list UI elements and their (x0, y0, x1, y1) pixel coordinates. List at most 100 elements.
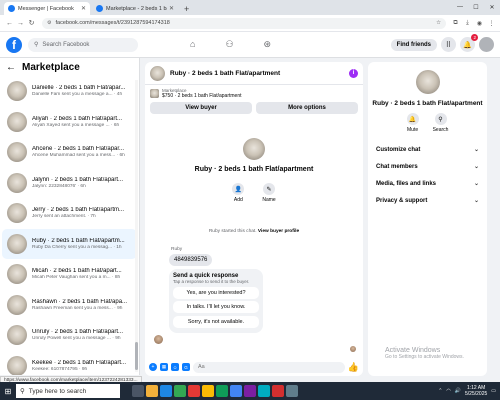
address-bar: ← → ↻ ⚙ facebook.com/messages/t/23912875… (0, 15, 500, 32)
chat-details-panel: Ruby · 2 beds 1 bath Flat/apartment 🔔 Mu… (368, 62, 487, 376)
info-icon[interactable]: i (349, 68, 358, 78)
home-icon[interactable]: ⌂ (190, 39, 195, 50)
gallery-icon[interactable]: ▦ (160, 363, 168, 371)
maximize-icon[interactable]: ☐ (468, 0, 484, 14)
scrollbar-thumb[interactable] (135, 342, 138, 370)
view-buyer-button[interactable]: View buyer (150, 102, 252, 114)
quick-response-button[interactable]: Yes, are you interested? (173, 286, 259, 299)
name-action[interactable]: ✎ Name (262, 183, 276, 203)
conversation-item[interactable]: Jalynn · 2 beds 1 bath Flat/apart... Jaly… (2, 168, 137, 199)
facebook-favicon-icon (8, 5, 15, 12)
minimize-icon[interactable]: — (452, 0, 468, 14)
listing-price-title[interactable]: $750 · 2 beds 1 bath Flat/apartment (162, 93, 242, 99)
new-tab-icon[interactable]: + (180, 4, 193, 15)
preview-time: 1h (116, 244, 122, 250)
conversation-item[interactable]: Rashawn · 2 beds 1 bath Flat/apa... Rasha… (2, 290, 137, 321)
find-friends-button[interactable]: Find friends (390, 38, 437, 51)
close-window-icon[interactable]: ✕ (484, 0, 500, 14)
app-icon[interactable] (188, 385, 200, 397)
windows-start-icon[interactable]: ⊞ (0, 382, 16, 400)
chat-started-notice: Ruby started this chat. View buyer profi… (145, 229, 363, 234)
message-input[interactable] (193, 361, 345, 373)
app-icon[interactable] (216, 385, 228, 397)
file-explorer-icon[interactable] (146, 385, 158, 397)
volume-icon[interactable]: 🔊 (455, 388, 461, 394)
taskbar-search[interactable]: ⚲ Type here to search (16, 384, 120, 398)
quick-response-button[interactable]: In talks. I'll let you know. (173, 301, 259, 313)
more-options-button[interactable]: More options (256, 102, 358, 114)
search-action[interactable]: ⚲ Search (433, 113, 448, 133)
menu-dots-icon[interactable]: ⋮ (487, 20, 496, 27)
sticker-icon[interactable]: ☺ (171, 363, 179, 371)
app-icon[interactable] (258, 385, 270, 397)
conversation-item[interactable]: Aliyah · 2 beds 1 bath Flat/apart... Aliy… (2, 107, 137, 138)
chat-members-item[interactable]: Chat members ⌄ (368, 158, 487, 175)
mute-action[interactable]: 🔔 Mute (406, 113, 419, 133)
task-view-icon[interactable] (132, 385, 144, 397)
edge-icon[interactable] (160, 385, 172, 397)
friends-icon[interactable]: ⚇ (225, 39, 233, 50)
back-arrow-icon[interactable]: ← (6, 62, 16, 73)
tab-messenger[interactable]: Messenger | Facebook ✕ (4, 2, 90, 15)
app-icon[interactable] (230, 385, 242, 397)
add-action[interactable]: 👤 Add (232, 183, 245, 203)
media-files-links-item[interactable]: Media, files and links ⌄ (368, 175, 487, 192)
message-bubble[interactable]: 4849839576 (169, 254, 213, 266)
gif-icon[interactable]: G (182, 363, 190, 371)
close-tab-icon[interactable]: ✕ (81, 5, 86, 12)
conversation-item[interactable]: Unruly · 2 beds 1 bath Flat/apart... Unru… (2, 320, 137, 351)
listing-large-avatar (243, 138, 265, 160)
close-tab-icon[interactable]: ✕ (169, 5, 174, 12)
thumbs-up-icon[interactable]: 👍 (348, 362, 359, 373)
started-text: Ruby started this chat. (208, 229, 257, 234)
url-field[interactable]: ⚙ facebook.com/messages/t/23912875941743… (42, 17, 446, 29)
listing-thumbnail[interactable] (150, 89, 159, 98)
search-placeholder: Search Facebook (42, 41, 90, 48)
add-plus-icon[interactable]: + (149, 363, 157, 371)
chevron-up-icon[interactable]: ⌃ (438, 388, 442, 394)
site-info-icon[interactable]: ⚙ (47, 20, 51, 26)
sender-avatar[interactable] (154, 335, 163, 344)
preview-time: 6h (113, 122, 120, 128)
tab-marketplace[interactable]: Marketplace - 2 beds 1 bath Fl ✕ (92, 2, 178, 15)
quick-response-button[interactable]: Sorry, it's not available. (173, 315, 259, 328)
conversation-name: Keekee · 2 beds 1 bath Flat/apart... (32, 359, 127, 366)
conversation-item[interactable]: Danielle · 2 beds 1 bath Flat/apar... Dan… (2, 76, 137, 107)
download-icon[interactable]: ⤓ (463, 20, 472, 27)
reload-icon[interactable]: ↻ (26, 19, 37, 27)
forward-arrow-icon[interactable]: → (15, 20, 26, 27)
notifications-bell-icon[interactable]: 🔔 2 (460, 34, 478, 52)
chrome-icon[interactable] (174, 385, 186, 397)
conversation-item[interactable]: Keekee · 2 beds 1 bath Flat/apart... Keek… (2, 351, 137, 375)
conversation-preview: Micah Peter Vaughan sent you a m... · 8h (32, 275, 121, 281)
chevron-down-icon: ⌄ (473, 181, 479, 187)
sidebar-scrollbar[interactable] (135, 80, 138, 372)
bookmark-star-icon[interactable]: ☆ (436, 20, 441, 26)
app-icon[interactable] (202, 385, 214, 397)
listing-avatar[interactable] (150, 65, 165, 81)
app-icon[interactable] (286, 385, 298, 397)
notification-center-icon[interactable]: ▭ (491, 388, 496, 394)
facebook-logo-icon[interactable]: f (6, 36, 22, 53)
profile-icon[interactable]: ◉ (475, 20, 484, 27)
conversation-item[interactable]: Ahcene · 2 beds 1 bath Flat/apar... Ahcen… (2, 137, 137, 168)
clock[interactable]: 1:12 AM 5/25/2025 (465, 385, 487, 397)
wifi-icon[interactable]: ◠ (446, 388, 450, 394)
customize-chat-item[interactable]: Customize chat ⌄ (368, 141, 487, 158)
conversation-item[interactable]: Micah · 2 beds 1 bath Flat/apart... Micah… (2, 259, 137, 290)
preview-text: Micah Peter Vaughan sent you a m... (32, 275, 111, 281)
extensions-icon[interactable]: ⧉ (451, 20, 460, 27)
account-avatar[interactable] (479, 37, 494, 52)
chat-title[interactable]: Ruby · 2 beds 1 bath Flat/apartment (170, 70, 349, 77)
view-buyer-profile-link[interactable]: View buyer profile (258, 229, 299, 234)
groups-icon[interactable]: ⊛ (264, 39, 272, 50)
conversation-item[interactable]: Jerry · 2 beds 1 bath Flat/apartm... Jerr… (2, 198, 137, 229)
menu-grid-icon[interactable]: ⠿ (441, 37, 456, 52)
preview-text: Keekee: 6107874795 (32, 366, 78, 372)
conversation-item[interactable]: Ruby · 2 beds 1 bath Flat/apartm... Ruby … (2, 228, 137, 259)
privacy-support-item[interactable]: Privacy & support ⌄ (368, 192, 487, 209)
back-arrow-icon[interactable]: ← (4, 20, 15, 27)
app-icon[interactable] (244, 385, 256, 397)
app-icon[interactable] (272, 385, 284, 397)
search-input[interactable]: ⚲ Search Facebook (28, 37, 138, 52)
